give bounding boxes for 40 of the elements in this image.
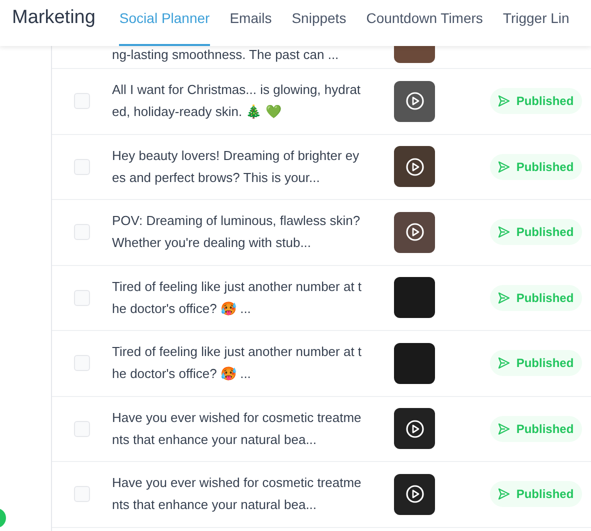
row-checkbox[interactable] [74, 355, 90, 372]
status-badge: Published [490, 219, 582, 246]
row-checkbox[interactable] [74, 158, 90, 175]
row-checkbox[interactable] [74, 290, 90, 306]
status-badge: Published [490, 154, 582, 180]
row-checkbox[interactable] [74, 420, 90, 437]
play-icon [404, 418, 424, 439]
row-checkbox[interactable] [74, 486, 90, 502]
send-icon [498, 95, 510, 108]
status-badge: Published [490, 284, 582, 311]
play-icon [404, 156, 424, 177]
play-icon [404, 222, 424, 242]
post-text: Have you ever wished for cosmetic treatments that enhance your natural bea... [112, 408, 362, 449]
status-badge: Published [490, 350, 582, 376]
send-icon [498, 292, 510, 304]
nav-tab[interactable]: Emails [230, 8, 272, 46]
post-text: Hey beauty lovers! Dreaming of brighter eyes and perfect brows? This is your... [112, 146, 360, 187]
nav-tab[interactable]: Snippets [292, 8, 346, 46]
post-text: Tired of feeling like just another number at the doctor's office? 🥵 ... [112, 278, 362, 318]
send-icon [498, 357, 510, 370]
play-icon [404, 91, 424, 112]
post-text: ng-lasting smoothness. The past can ... [112, 47, 340, 63]
send-icon [498, 422, 510, 435]
photo-placeholder [394, 46, 435, 63]
post-text: Tired of feeling like just another number at the doctor's office? 🥵 ... [112, 343, 362, 384]
send-icon [498, 488, 510, 500]
nav-tab[interactable]: Trigger Lin [502, 8, 570, 46]
post-text: POV: Dreaming of luminous, flawless skin? Whether you're dealing with stub... [112, 212, 362, 252]
send-icon [498, 160, 510, 173]
post-text: All I want for Christmas... is glowing, hydrated, holiday-ready skin. 🎄 💚 [112, 81, 362, 122]
page-title: Marketing [12, 6, 96, 30]
play-icon [404, 484, 424, 504]
status-badge: Published [490, 88, 582, 114]
nav-tab[interactable]: Countdown Timers [366, 8, 483, 46]
send-icon [498, 226, 510, 238]
status-badge: Published [490, 481, 582, 508]
row-checkbox[interactable] [74, 93, 90, 110]
status-badge: Published [490, 416, 582, 442]
row-checkbox[interactable] [74, 224, 90, 240]
post-text: Have you ever wished for cosmetic treatments that enhance your natural bea... [112, 474, 362, 514]
